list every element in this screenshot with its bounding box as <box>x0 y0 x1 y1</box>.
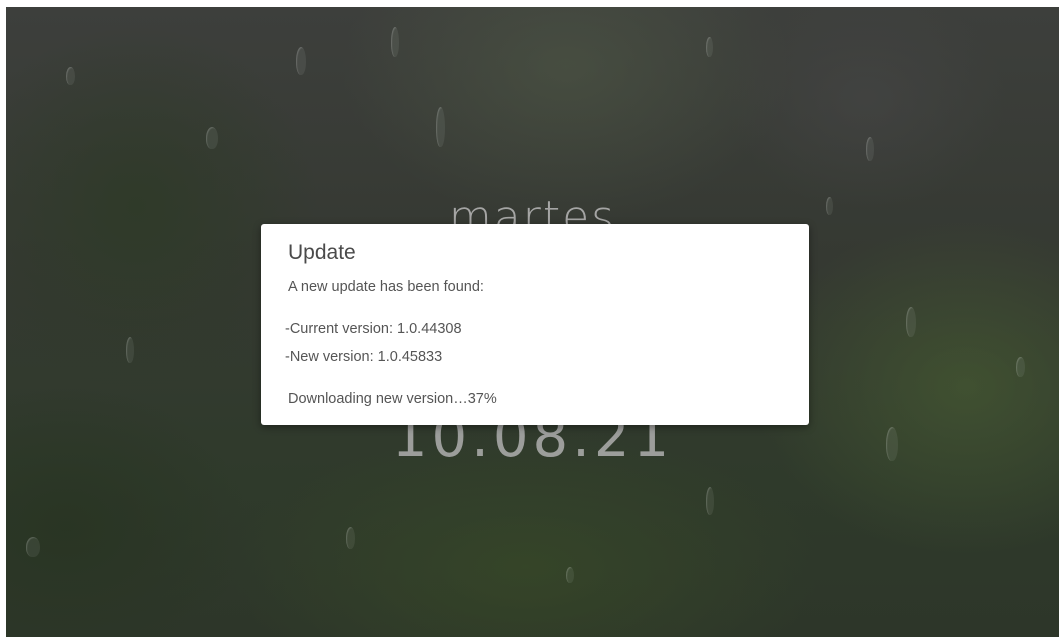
raindrop-decoration <box>436 107 445 147</box>
update-dialog: Update A new update has been found: -Cur… <box>261 224 809 425</box>
raindrop-decoration <box>26 537 40 557</box>
raindrop-decoration <box>126 337 134 363</box>
raindrop-decoration <box>206 127 218 149</box>
dialog-message: A new update has been found: <box>288 279 484 295</box>
raindrop-decoration <box>866 137 874 161</box>
new-version-text: -New version: 1.0.45833 <box>285 349 443 365</box>
current-version-text: -Current version: 1.0.44308 <box>285 321 462 337</box>
raindrop-decoration <box>391 27 399 57</box>
raindrop-decoration <box>66 67 75 85</box>
raindrop-decoration <box>706 37 713 57</box>
dialog-title: Update <box>288 241 356 264</box>
raindrop-decoration <box>706 487 714 515</box>
raindrop-decoration <box>1016 357 1025 377</box>
raindrop-decoration <box>346 527 355 549</box>
raindrop-decoration <box>566 567 574 583</box>
raindrop-decoration <box>906 307 916 337</box>
download-status-text: Downloading new version…37% <box>288 391 497 407</box>
raindrop-decoration <box>296 47 306 75</box>
